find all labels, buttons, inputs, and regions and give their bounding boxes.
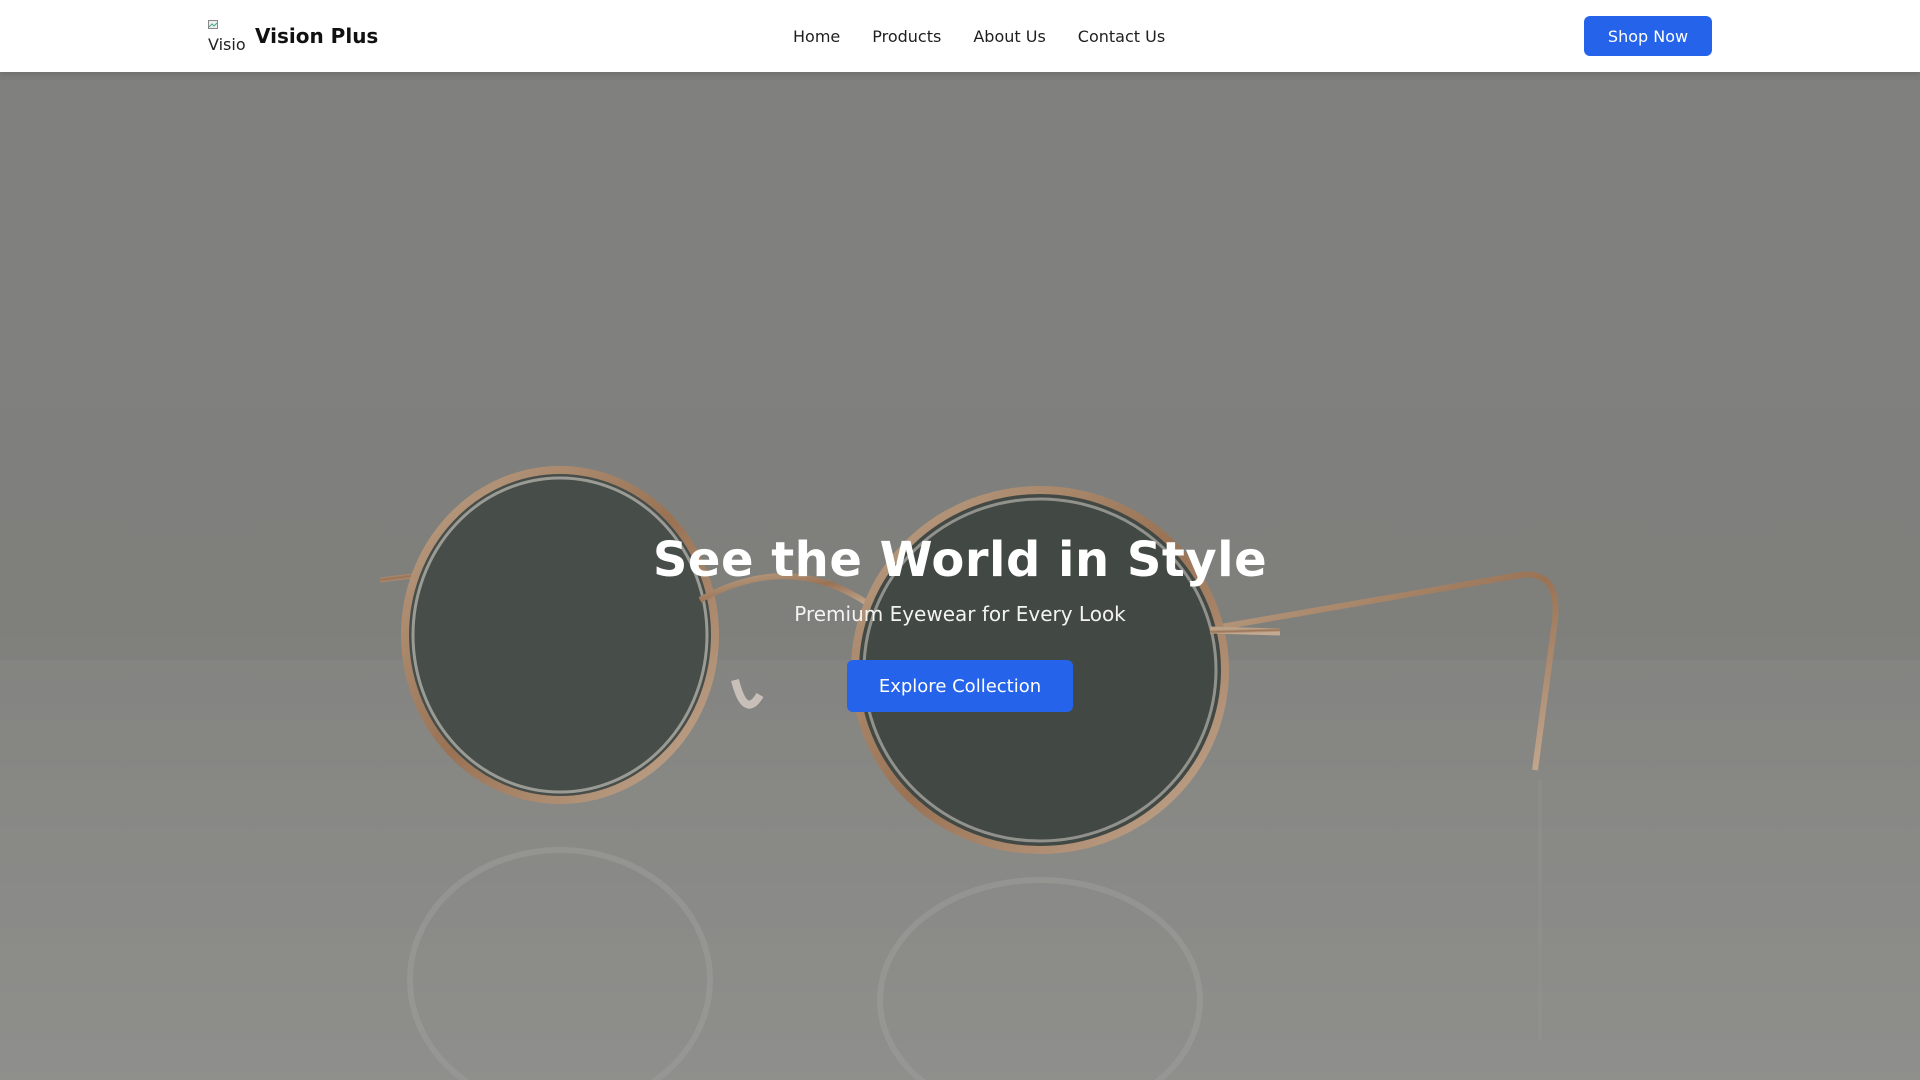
hero-subtitle: Premium Eyewear for Every Look: [794, 602, 1126, 626]
nav-link-home[interactable]: Home: [793, 27, 840, 46]
hero-section: See the World in Style Premium Eyewear f…: [0, 80, 1920, 1080]
nav-link-about-us[interactable]: About Us: [973, 27, 1045, 46]
hero-title: See the World in Style: [652, 532, 1268, 588]
nav-link-products[interactable]: Products: [872, 27, 941, 46]
shop-now-button[interactable]: Shop Now: [1584, 16, 1712, 56]
brand[interactable]: Vision Plus Vision Plus: [207, 19, 378, 53]
top-navbar: Vision Plus Vision Plus Home Products Ab…: [0, 0, 1920, 72]
explore-collection-button[interactable]: Explore Collection: [847, 660, 1073, 712]
logo-image[interactable]: Vision Plus: [207, 19, 245, 53]
navbar-inner: Vision Plus Vision Plus Home Products Ab…: [207, 0, 1712, 72]
logo-alt-text: Vision Plus: [208, 35, 245, 53]
hero-content: See the World in Style Premium Eyewear f…: [0, 532, 1920, 712]
broken-image-icon: [208, 20, 218, 29]
main-nav: Home Products About Us Contact Us: [793, 0, 1165, 72]
nav-link-contact-us[interactable]: Contact Us: [1078, 27, 1165, 46]
brand-name[interactable]: Vision Plus: [255, 24, 378, 48]
